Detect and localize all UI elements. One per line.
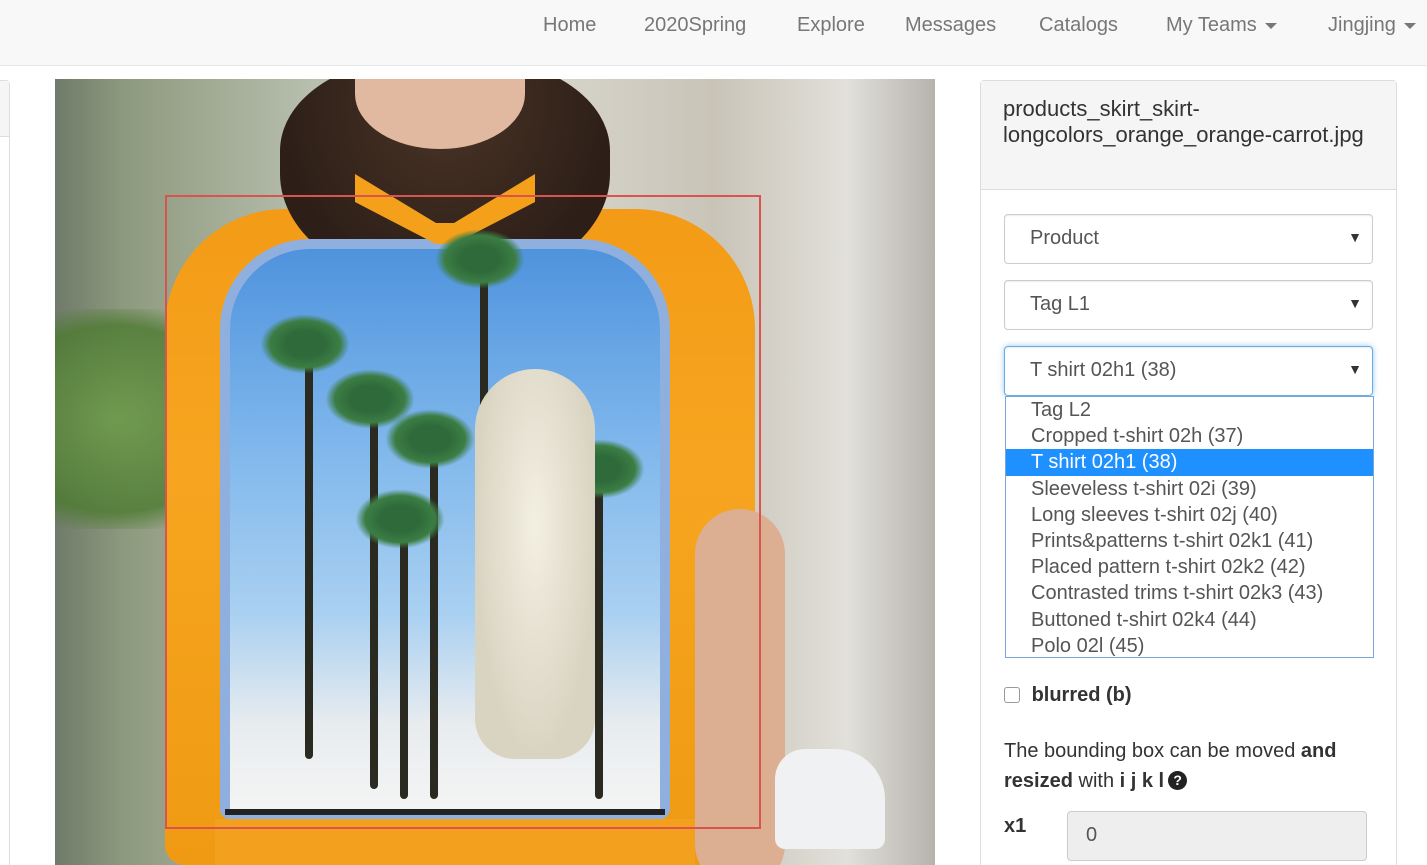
- nav-user-label: Jingjing: [1328, 14, 1396, 36]
- bounding-box[interactable]: [165, 195, 761, 829]
- dropdown-option[interactable]: Contrasted trims t-shirt 02k3 (43): [1006, 580, 1373, 606]
- dropdown-option-selected[interactable]: T shirt 02h1 (38): [1006, 449, 1373, 476]
- left-panel-heading: [0, 81, 9, 137]
- top-navbar: Home 2020Spring Explore Messages Catalog…: [0, 0, 1427, 66]
- nav-2020spring[interactable]: 2020Spring: [644, 14, 746, 37]
- dropdown-option[interactable]: Cropped t-shirt 02h (37): [1006, 423, 1373, 449]
- nav-messages[interactable]: Messages: [905, 14, 996, 37]
- hint-keys: i j k l: [1119, 770, 1165, 792]
- blurred-checkbox[interactable]: [1004, 687, 1020, 703]
- nav-my-teams-label: My Teams: [1166, 14, 1257, 36]
- nav-explore[interactable]: Explore: [797, 14, 865, 37]
- tag-l2-dropdown-list[interactable]: Tag L2 Cropped t-shirt 02h (37) T shirt …: [1005, 396, 1374, 658]
- tag-l2-select-value: T shirt 02h1 (38): [1030, 359, 1177, 381]
- nav-my-teams-dropdown[interactable]: My Teams: [1166, 14, 1277, 37]
- bounding-box-hint: The bounding box can be moved and resize…: [1004, 736, 1374, 796]
- tag-l1-select[interactable]: Tag L1 ▼: [1004, 280, 1373, 330]
- photo-boot: [775, 749, 885, 849]
- dropdown-option[interactable]: Buttoned t-shirt 02k4 (44): [1006, 607, 1373, 633]
- nav-user-dropdown[interactable]: Jingjing: [1328, 14, 1416, 37]
- nav-home[interactable]: Home: [543, 14, 596, 37]
- dropdown-option[interactable]: Sleeveless t-shirt 02i (39): [1006, 476, 1373, 502]
- hint-text: with: [1072, 770, 1120, 792]
- blurred-label: blurred (b): [1031, 684, 1132, 706]
- question-circle-icon[interactable]: ?: [1168, 771, 1188, 790]
- image-filename-heading: products_skirt_skirt-longcolors_orange_o…: [981, 81, 1396, 190]
- product-select-value: Product: [1030, 227, 1099, 249]
- caret-down-icon: [1264, 22, 1277, 29]
- left-panel-edge: [0, 80, 10, 865]
- hint-text: The bounding box can be moved: [1004, 740, 1301, 762]
- x1-label: x1: [1004, 815, 1027, 837]
- select-arrow-icon: ▼: [1348, 229, 1362, 245]
- tag-l1-select-value: Tag L1: [1030, 293, 1091, 315]
- dropdown-option[interactable]: Tag L2: [1006, 397, 1373, 423]
- dropdown-option[interactable]: Long sleeves t-shirt 02j (40): [1006, 502, 1373, 528]
- x1-input[interactable]: 0: [1067, 811, 1367, 861]
- dropdown-option[interactable]: Polo 02l (45): [1006, 633, 1373, 657]
- select-arrow-icon: ▼: [1348, 295, 1362, 311]
- product-select[interactable]: Product ▼: [1004, 214, 1373, 264]
- blurred-checkbox-row[interactable]: blurred (b): [1004, 684, 1132, 707]
- select-arrow-icon: ▼: [1348, 361, 1362, 377]
- tag-l2-select[interactable]: T shirt 02h1 (38) ▼: [1004, 346, 1373, 396]
- nav-catalogs[interactable]: Catalogs: [1039, 14, 1118, 37]
- caret-down-icon: [1403, 22, 1416, 29]
- dropdown-option[interactable]: Prints&patterns t-shirt 02k1 (41): [1006, 528, 1373, 554]
- dropdown-option[interactable]: Placed pattern t-shirt 02k2 (42): [1006, 554, 1373, 580]
